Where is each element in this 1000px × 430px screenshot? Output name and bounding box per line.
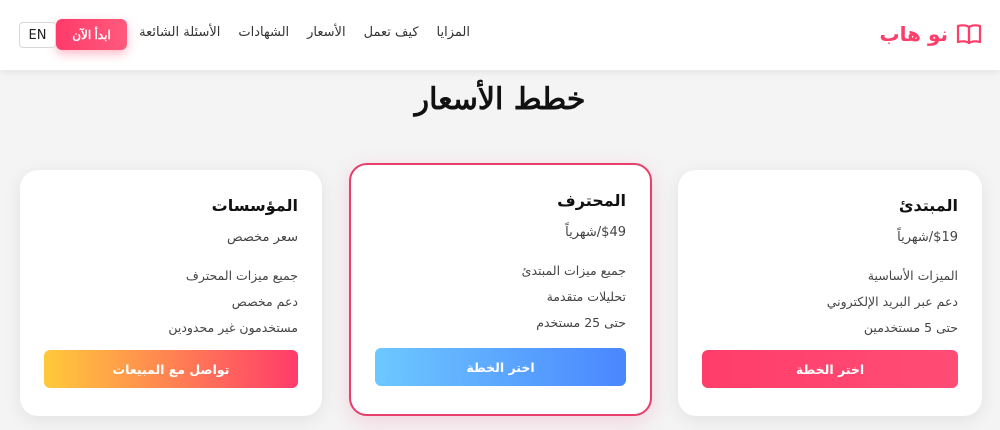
nav-item-testimonials[interactable]: الشهادات [238, 25, 289, 40]
feature-item: الميزات الأساسية [867, 268, 958, 283]
nav-item-features[interactable]: المزايا [437, 25, 470, 40]
plan-name: المبتدئ [898, 196, 958, 215]
main-nav: المزايا كيف تعمل الأسعار الشهادات الأسئل… [139, 25, 470, 40]
feature-item: حتى 5 مستخدمين [863, 320, 958, 335]
nav-item-how-it-works[interactable]: كيف تعمل [364, 25, 419, 40]
feature-item: دعم مخصص [231, 294, 298, 309]
choose-plan-button-basic[interactable]: اختر الخطة [702, 350, 958, 388]
brand-logo[interactable]: نو هاب [880, 22, 983, 46]
plan-price: سعر مخصص [226, 230, 298, 245]
feature-item: دعم عبر البريد الإلكتروني [826, 294, 958, 309]
nav-item-faq[interactable]: الأسئلة الشائعة [139, 25, 220, 40]
book-icon [956, 24, 982, 45]
feature-item: حتى 25 مستخدم [536, 315, 626, 330]
contact-sales-button[interactable]: تواصل مع المبيعات [44, 350, 298, 388]
plan-features: الميزات الأساسية دعم عبر البريد الإلكترو… [702, 266, 958, 344]
top-navbar: نو هاب المزايا كيف تعمل الأسعار الشهادات… [0, 0, 1000, 70]
plan-features: جميع ميزات المبتدئ تحليلات متقدمة حتى 25… [375, 261, 626, 339]
pricing-title: خطط الأسعار [414, 82, 586, 117]
plan-card-pro: المحترف $49/شهرياً جميع ميزات المبتدئ تح… [349, 163, 652, 416]
feature-item: جميع ميزات المحترف [185, 268, 298, 283]
language-toggle[interactable]: EN [19, 22, 56, 48]
plan-card-enterprise: المؤسسات سعر مخصص جميع ميزات المحترف دعم… [20, 170, 322, 416]
plan-features: جميع ميزات المحترف دعم مخصص مستخدمون غير… [44, 266, 298, 344]
feature-item: تحليلات متقدمة [546, 289, 626, 304]
feature-item: جميع ميزات المبتدئ [521, 263, 626, 278]
nav-item-pricing[interactable]: الأسعار [307, 25, 345, 40]
brand-name: نو هاب [879, 22, 949, 46]
choose-plan-button-pro[interactable]: اختر الخطة [375, 348, 626, 386]
plan-name: المحترف [557, 191, 626, 210]
plan-card-basic: المبتدئ $19/شهرياً الميزات الأساسية دعم … [678, 170, 982, 416]
feature-item: مستخدمون غير محدودين [168, 320, 298, 335]
plan-name: المؤسسات [211, 196, 298, 215]
plan-price: $19/شهرياً [897, 230, 958, 245]
get-started-button[interactable]: ابدأ الآن [56, 19, 127, 50]
plan-price: $49/شهرياً [565, 225, 626, 240]
